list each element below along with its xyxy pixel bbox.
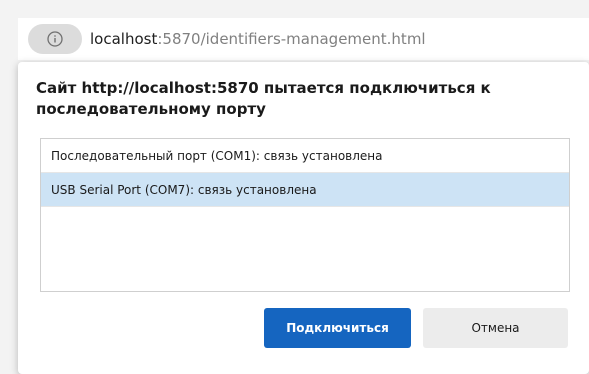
port-item-com7[interactable]: USB Serial Port (COM7): связь установлен…: [41, 173, 569, 207]
cancel-button[interactable]: Отмена: [423, 308, 568, 348]
serial-port-dialog: Сайт http://localhost:5870 пытается подк…: [18, 62, 589, 374]
port-item-com1[interactable]: Последовательный порт (COM1): связь уста…: [41, 139, 569, 173]
port-item-label: USB Serial Port (COM7): связь установлен…: [51, 182, 317, 197]
info-icon: [47, 31, 63, 47]
port-item-label: Последовательный порт (COM1): связь уста…: [51, 148, 383, 163]
url-text[interactable]: localhost:5870/identifiers-management.ht…: [90, 30, 426, 48]
address-bar[interactable]: localhost:5870/identifiers-management.ht…: [18, 18, 589, 60]
url-port: :5870: [157, 30, 201, 48]
dialog-title: Сайт http://localhost:5870 пытается подк…: [36, 79, 491, 118]
site-info-button[interactable]: [28, 24, 82, 54]
url-path: /identifiers-management.html: [200, 30, 426, 48]
url-host: localhost: [90, 30, 158, 48]
connect-button[interactable]: Подключиться: [264, 308, 411, 348]
port-list[interactable]: Последовательный порт (COM1): связь уста…: [40, 138, 570, 292]
screen: localhost:5870/identifiers-management.ht…: [0, 0, 589, 374]
